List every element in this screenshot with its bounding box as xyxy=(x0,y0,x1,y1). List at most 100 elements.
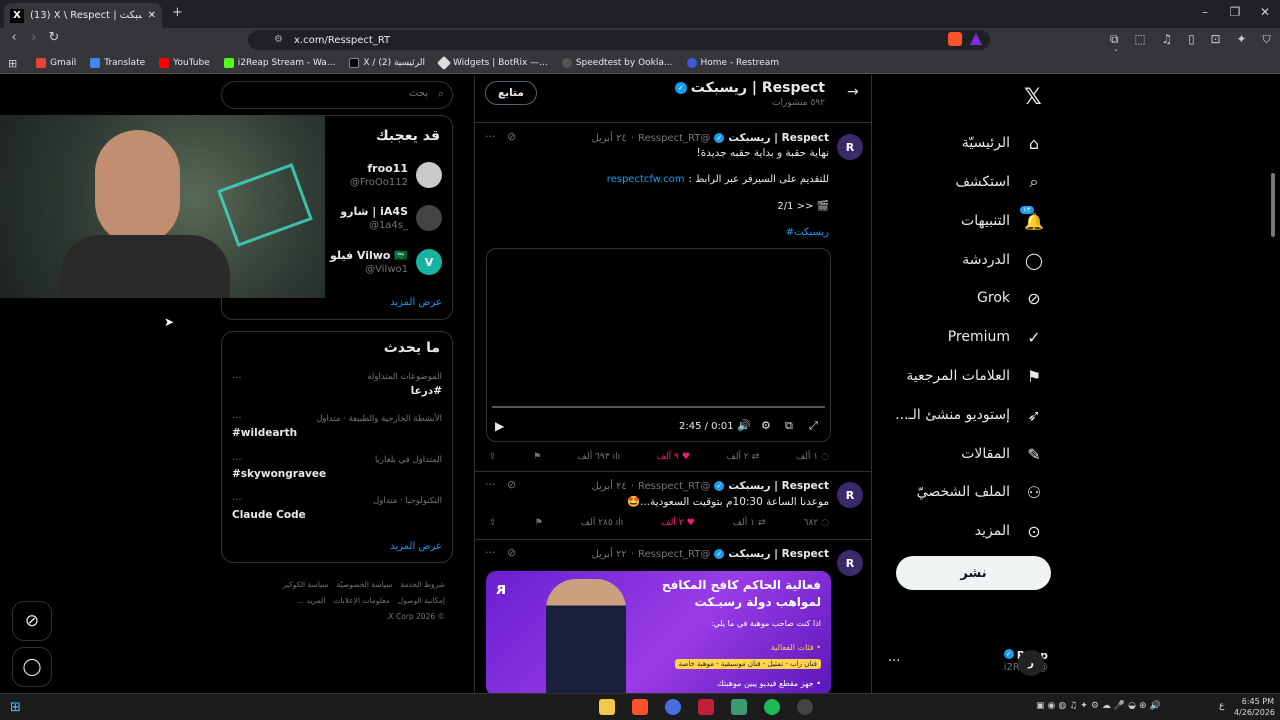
trend-more-icon[interactable]: ... xyxy=(232,370,242,381)
post-button[interactable]: نشر xyxy=(896,556,1051,590)
nav-item-more[interactable]: ⊙ المزيد xyxy=(975,521,1044,541)
play-icon[interactable]: ▶ xyxy=(495,419,504,433)
bookmark-speedtest[interactable]: Speedtest by Ookla... xyxy=(561,57,673,68)
close-tab-icon[interactable]: ✕ xyxy=(148,10,156,21)
back-icon[interactable]: ‹ xyxy=(4,30,24,45)
nav-item-premium[interactable]: ✓ Premium xyxy=(948,327,1044,347)
close-window-icon[interactable]: ✕ xyxy=(1250,5,1280,19)
reload-icon[interactable]: ↻ xyxy=(44,30,64,45)
tweet[interactable]: R Respect | ريسبكت ✓ @Resspect_RT · ٢٤ أ… xyxy=(475,472,871,540)
video-player[interactable]: ▶ 2:45 / 0:01 🔊 ⚙ ⧉ ⤢ xyxy=(486,248,831,442)
bookmark-gmail[interactable]: Gmail xyxy=(36,57,76,68)
views-count[interactable]: ٦٩٣ ألف ılı xyxy=(578,452,620,462)
tweet-more-icon[interactable]: ··· xyxy=(485,130,496,143)
trend-item[interactable]: الأنشطة الخارجية والطبيعة · متداول #wild… xyxy=(232,414,442,439)
nav-item-rocket[interactable]: ➶ إستوديو منشئ الـ... xyxy=(895,405,1044,425)
nav-item-bookmark[interactable]: ⚑ العلامات المرجعية xyxy=(906,366,1044,386)
video-progress-bar[interactable] xyxy=(492,406,825,408)
share-icon[interactable]: ⇪ xyxy=(489,518,497,528)
scrollbar-thumb[interactable] xyxy=(1271,173,1275,237)
tweet-more-icon[interactable]: ··· xyxy=(485,478,496,491)
show-more-link[interactable]: عرض المزيد xyxy=(390,541,442,552)
settings-icon[interactable]: ⚙ xyxy=(761,419,771,432)
ads-info-link[interactable]: معلومات الإعلانات xyxy=(333,593,389,609)
trend-item[interactable]: التكنولوجيا · متداول Claude Code xyxy=(232,496,442,521)
views-count[interactable]: ٢٨٥ ألف ılı xyxy=(581,518,623,528)
accessibility-link[interactable]: إمكانية الوصول xyxy=(398,593,445,609)
volume-icon[interactable]: 🔊 xyxy=(737,419,751,432)
reply-count[interactable]: ٦٨٢ ◌ xyxy=(804,518,829,528)
grok-analyze-icon[interactable]: ⊘ xyxy=(507,546,516,559)
nav-item-article[interactable]: ✎ المقالات xyxy=(961,444,1044,464)
terms-link[interactable]: شروط الخدمة xyxy=(400,577,445,593)
grok-analyze-icon[interactable]: ⊘ xyxy=(507,130,516,143)
tweet-hashtag[interactable]: #ريسبكت xyxy=(786,227,829,238)
pip-icon[interactable]: ⧉ xyxy=(785,419,793,433)
retweet-count[interactable]: ٢ ألف ⇄ xyxy=(726,452,759,462)
tweet[interactable]: R Respect | ريسبكت ✓ @Resspect_RT · ٢٤ أ… xyxy=(475,124,871,472)
trend-more-icon[interactable]: ... xyxy=(232,492,242,503)
bookmark-youtube[interactable]: YouTube xyxy=(159,57,210,68)
following-button[interactable]: متابع xyxy=(485,81,537,105)
fullscreen-icon[interactable]: ⤢ xyxy=(809,419,818,433)
grok-float-icon[interactable]: ⊘ xyxy=(12,601,52,641)
trend-item[interactable]: المتداول في بلغاريا #skywongravee xyxy=(232,455,442,480)
show-more-link[interactable]: عرض المزيد xyxy=(390,297,442,308)
brave-shield-icon[interactable] xyxy=(948,32,962,46)
messages-float-icon[interactable]: ◯ xyxy=(12,647,52,687)
nav-item-bell[interactable]: 🔔 ١٣ التنبيهات xyxy=(961,206,1044,231)
apps-grid-icon[interactable]: ⊞ xyxy=(8,57,17,70)
reply-count[interactable]: ١ ألف ◌ xyxy=(796,452,829,462)
start-icon[interactable]: ⊞ xyxy=(10,700,21,715)
spotify-taskbar-icon[interactable] xyxy=(764,699,780,715)
bookmark-tweet-icon[interactable]: ⚑ xyxy=(535,518,543,528)
tweet-more-icon[interactable]: ··· xyxy=(485,546,496,559)
minimize-icon[interactable]: – xyxy=(1190,5,1220,19)
like-count[interactable]: ٢ ألف ♥ xyxy=(661,518,694,528)
bookmark-botrix[interactable]: Widgets | BotRix —... xyxy=(436,55,548,70)
discord-taskbar-icon[interactable] xyxy=(665,699,681,715)
more-link[interactable]: المزيد ... xyxy=(297,593,325,609)
brave-taskbar-icon[interactable] xyxy=(632,699,648,715)
trend-more-icon[interactable]: ... xyxy=(232,410,242,421)
account-more-icon[interactable]: ... xyxy=(888,650,900,665)
tray-icons[interactable]: ▣◉◍♫✦⚙☁🎤◒⊕🔊 xyxy=(1036,701,1164,711)
event-banner-image[interactable]: ᴙ فعالية الحاكم كافح المكافح لمواهب دولة… xyxy=(486,571,831,693)
nav-item-grok[interactable]: ⊘ Grok xyxy=(977,288,1044,308)
app-taskbar-icon[interactable] xyxy=(698,699,714,715)
banner-title: فعالية الحاكم كافح المكافح لمواهب دولة ر… xyxy=(661,578,821,609)
like-count[interactable]: ٩ آلف ♥ xyxy=(657,452,690,462)
tweet[interactable]: R Respect | ريسبكت ✓ @Resspect_RT · ٢٢ أ… xyxy=(475,540,871,693)
x-logo-icon[interactable]: 𝕏 xyxy=(1024,85,1042,110)
nav-item-profile[interactable]: ⚇ الملف الشخصيّ xyxy=(917,482,1044,502)
browser-tab[interactable]: X (13) X \ Respect | ريسبكت (@Res... ✕ xyxy=(4,3,162,28)
back-arrow-icon[interactable]: → xyxy=(847,84,859,100)
trend-more-icon[interactable]: ... xyxy=(232,452,242,463)
obs-taskbar-icon[interactable] xyxy=(797,699,813,715)
nav-item-search[interactable]: ⌕ استكشف xyxy=(955,172,1044,192)
file-explorer-icon[interactable] xyxy=(599,699,615,715)
nav-item-chat[interactable]: ◯ الدردشة xyxy=(962,250,1044,270)
url-field[interactable]: x.com/Resspect_RT xyxy=(248,30,990,50)
bookmark-restream[interactable]: Home - Restream xyxy=(686,57,779,68)
trend-item[interactable]: الموضوعات المتداولة #درعا xyxy=(232,372,442,397)
nav-item-home[interactable]: ⌂ الرئيسيّة xyxy=(962,133,1044,153)
retweet-count[interactable]: ١ ألف ⇄ xyxy=(733,518,766,528)
clock[interactable]: 6:45 PM 4/26/2026 xyxy=(1234,696,1275,718)
bookmark-tweet-icon[interactable]: ⚑ xyxy=(533,452,541,462)
search-field[interactable]: ⌕ بحث xyxy=(221,81,453,109)
bookmark-kick[interactable]: i2Reap Stream - Wa... xyxy=(223,57,335,68)
cookies-link[interactable]: سياسة الكوكيز xyxy=(283,577,329,593)
grok-analyze-icon[interactable]: ⊘ xyxy=(507,478,516,491)
share-icon[interactable]: ⇪ xyxy=(489,452,497,462)
bookmark-x[interactable]: X / الرئيسية (2) xyxy=(349,57,425,68)
site-info-icon[interactable]: ⚙ xyxy=(274,34,283,45)
forward-icon[interactable]: › xyxy=(24,30,44,45)
new-tab-button[interactable]: + xyxy=(172,5,183,20)
input-language[interactable]: ع xyxy=(1219,701,1224,711)
bookmark-translate[interactable]: Translate xyxy=(90,57,145,68)
tweet-link[interactable]: respectcfw.com xyxy=(607,174,685,185)
privacy-link[interactable]: سياسة الخصوصيّة xyxy=(337,577,393,593)
maximize-icon[interactable]: ❐ xyxy=(1220,5,1250,19)
sheets-taskbar-icon[interactable] xyxy=(731,699,747,715)
